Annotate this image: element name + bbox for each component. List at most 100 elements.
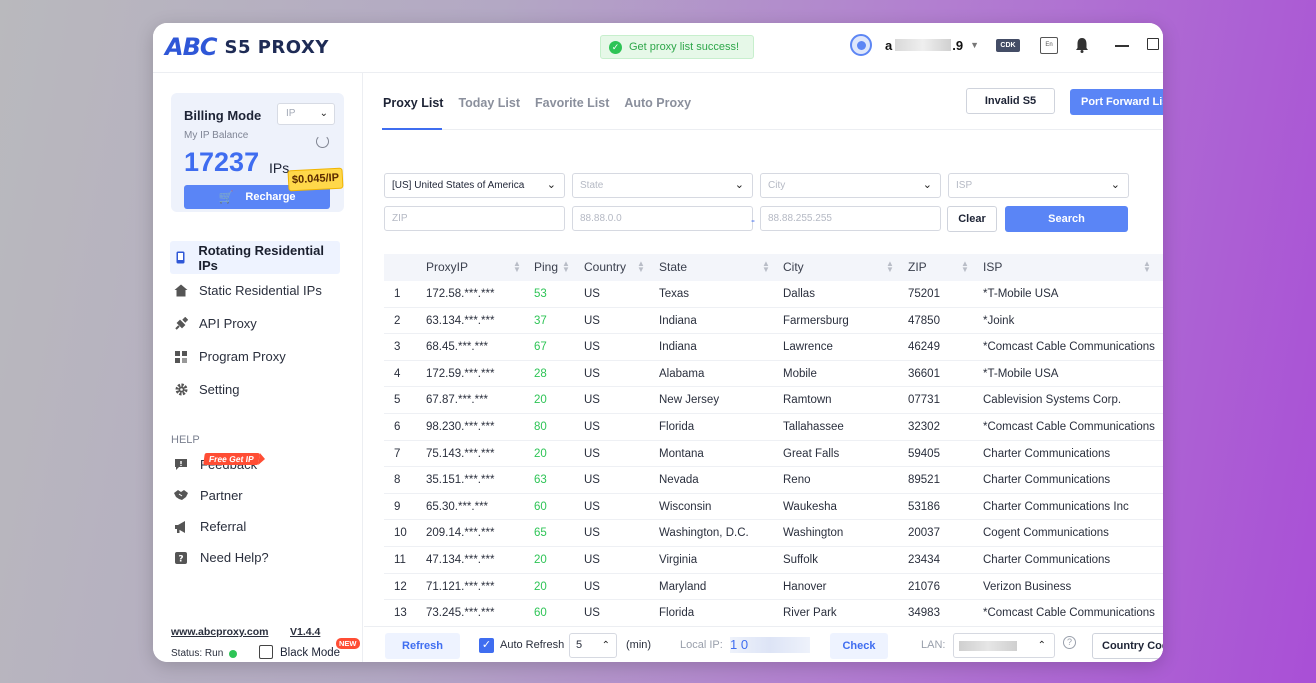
cell-state: Indiana: [659, 314, 697, 327]
billing-mode-value: IP: [286, 108, 296, 119]
cell-zip: 34983: [908, 607, 940, 620]
tab-today-list[interactable]: Today List: [458, 96, 520, 110]
help-item-feedback[interactable]: Feedback Free Get IP: [174, 449, 344, 480]
cell-country: US: [584, 500, 600, 513]
cell-proxyip: 63.134.***.***: [426, 314, 495, 327]
billing-mode-select[interactable]: IP ⌄: [277, 103, 335, 125]
user-name-redacted: [895, 39, 952, 51]
website-link[interactable]: www.abcproxy.com: [171, 626, 268, 638]
col-isp[interactable]: ISP: [983, 260, 1002, 274]
user-name-suffix: .9: [952, 37, 964, 53]
tab-proxy-list[interactable]: Proxy List: [383, 96, 443, 110]
ip-to-input[interactable]: 88.88.255.255: [760, 206, 941, 231]
sidebar-item-program-proxy[interactable]: Program Proxy: [170, 340, 340, 373]
table-row[interactable]: 9 65.30.***.*** 60 US Wisconsin Waukesha 53186…: [384, 494, 1163, 521]
phone-icon: [174, 251, 187, 265]
help-item-need-help[interactable]: ? Need Help?: [174, 542, 344, 573]
col-state[interactable]: State: [659, 260, 687, 274]
refresh-interval-select[interactable]: 5 ⌃: [569, 633, 617, 658]
search-button[interactable]: Search: [1005, 206, 1128, 232]
tab-favorite-list[interactable]: Favorite List: [535, 96, 609, 110]
cell-proxyip: 98.230.***.***: [426, 420, 495, 433]
cdk-button[interactable]: CDK: [996, 39, 1020, 52]
cell-city: Hanover: [783, 580, 827, 593]
black-mode-checkbox[interactable]: [259, 645, 273, 659]
table-row[interactable]: 4 172.59.***.*** 28 US Alabama Mobile 36601 *T-…: [384, 361, 1163, 388]
country-select[interactable]: [US] United States of America ⌄: [384, 173, 565, 198]
help-item-referral[interactable]: Referral: [174, 511, 344, 542]
check-circle-icon: ✓: [609, 40, 622, 54]
table-row[interactable]: 12 71.121.***.*** 20 US Maryland Hanover 21076…: [384, 574, 1163, 601]
check-button[interactable]: Check: [830, 633, 888, 659]
col-proxyip[interactable]: ProxyIP: [426, 260, 468, 274]
sort-icon[interactable]: ▲ ▼: [1143, 260, 1151, 274]
maximize-button[interactable]: [1147, 38, 1159, 50]
cell-city: Farmersburg: [783, 314, 849, 327]
row-number: 9: [394, 500, 401, 513]
refresh-button[interactable]: Refresh: [385, 633, 460, 659]
cell-country: US: [584, 341, 600, 354]
minimize-button[interactable]: [1115, 45, 1129, 47]
cell-isp: *T-Mobile USA: [983, 288, 1059, 300]
sort-icon[interactable]: ▲ ▼: [961, 260, 969, 274]
chevron-up-icon: ⌃: [1037, 640, 1046, 651]
zip-input[interactable]: ZIP: [384, 206, 565, 231]
help-icon[interactable]: ?: [1063, 636, 1076, 649]
billing-title: Billing Mode: [184, 108, 262, 123]
table-row[interactable]: 10 209.14.***.*** 65 US Washington, D.C. Wash…: [384, 520, 1163, 547]
col-country[interactable]: Country: [584, 260, 626, 274]
clear-button[interactable]: Clear: [947, 206, 997, 232]
logo-abc: ABC: [165, 33, 217, 61]
cell-state: Florida: [659, 420, 695, 433]
col-ping[interactable]: Ping: [534, 260, 558, 274]
sidebar-item-label: Rotating Residential IPs: [198, 242, 325, 273]
table-row[interactable]: 8 35.151.***.*** 63 US Nevada Reno 89521 Charte…: [384, 467, 1163, 494]
table-row[interactable]: 13 73.245.***.*** 60 US Florida River Park 349…: [384, 600, 1163, 626]
sidebar-item-setting[interactable]: Setting: [170, 373, 340, 406]
cell-city: Waukesha: [783, 500, 837, 513]
sort-icon[interactable]: ▲ ▼: [762, 260, 770, 274]
ip-from-input[interactable]: 88.88.0.0: [572, 206, 753, 231]
refresh-icon[interactable]: [316, 135, 329, 148]
cell-ping: 60: [534, 500, 547, 513]
sidebar-item-label: API Proxy: [199, 316, 257, 331]
col-zip[interactable]: ZIP: [908, 260, 927, 274]
sidebar-item-api-proxy[interactable]: API Proxy: [170, 307, 340, 340]
row-number: 6: [394, 420, 401, 433]
table-row[interactable]: 5 67.87.***.*** 20 US New Jersey Ramtown 07731…: [384, 387, 1163, 414]
tab-auto-proxy[interactable]: Auto Proxy: [624, 96, 691, 110]
sidebar-item-static-residential[interactable]: Static Residential IPs: [170, 274, 340, 307]
language-icon[interactable]: En: [1040, 37, 1058, 54]
version-link[interactable]: V1.4.4: [290, 626, 320, 638]
user-menu[interactable]: a .9 ▼: [850, 34, 979, 56]
lan-select[interactable]: ⌃: [953, 633, 1055, 658]
sort-icon[interactable]: ▲ ▼: [886, 260, 894, 274]
sort-icon[interactable]: ▲ ▼: [562, 260, 570, 274]
cell-zip: 46249: [908, 341, 940, 354]
cell-isp: *Comcast Cable Communications: [983, 607, 1155, 620]
sort-icon[interactable]: ▲ ▼: [637, 260, 645, 274]
sort-icon[interactable]: ▲ ▼: [513, 260, 521, 274]
table-row[interactable]: 3 68.45.***.*** 67 US Indiana Lawrence 46249 *C…: [384, 334, 1163, 361]
table-row[interactable]: 2 63.134.***.*** 37 US Indiana Farmersburg 478…: [384, 308, 1163, 335]
city-select[interactable]: City ⌄: [760, 173, 941, 198]
sidebar-item-rotating-residential[interactable]: Rotating Residential IPs: [170, 241, 340, 274]
auto-refresh-checkbox[interactable]: ✓: [479, 638, 494, 653]
state-placeholder: State: [580, 180, 604, 191]
help-item-label: Need Help?: [200, 550, 269, 565]
help-item-partner[interactable]: Partner: [174, 480, 344, 511]
table-row[interactable]: 7 75.143.***.*** 20 US Montana Great Falls 594…: [384, 441, 1163, 468]
country-code-button[interactable]: Country Code: [1092, 633, 1163, 659]
cell-zip: 20037: [908, 527, 940, 540]
port-forward-list-button[interactable]: Port Forward List: [1070, 89, 1163, 115]
table-row[interactable]: 11 47.134.***.*** 20 US Virginia Suffolk 23434…: [384, 547, 1163, 574]
invalid-s5-button[interactable]: Invalid S5: [966, 88, 1055, 114]
help-item-label: Partner: [200, 488, 243, 503]
table-row[interactable]: 6 98.230.***.*** 80 US Florida Tallahassee 323…: [384, 414, 1163, 441]
col-city[interactable]: City: [783, 260, 804, 274]
state-select[interactable]: State ⌄: [572, 173, 753, 198]
isp-select[interactable]: ISP ⌄: [948, 173, 1129, 198]
bell-icon[interactable]: [1075, 37, 1089, 53]
cell-country: US: [584, 367, 600, 380]
table-row[interactable]: 1 172.58.***.*** 53 US Texas Dallas 75201 *T-Mo…: [384, 281, 1163, 308]
